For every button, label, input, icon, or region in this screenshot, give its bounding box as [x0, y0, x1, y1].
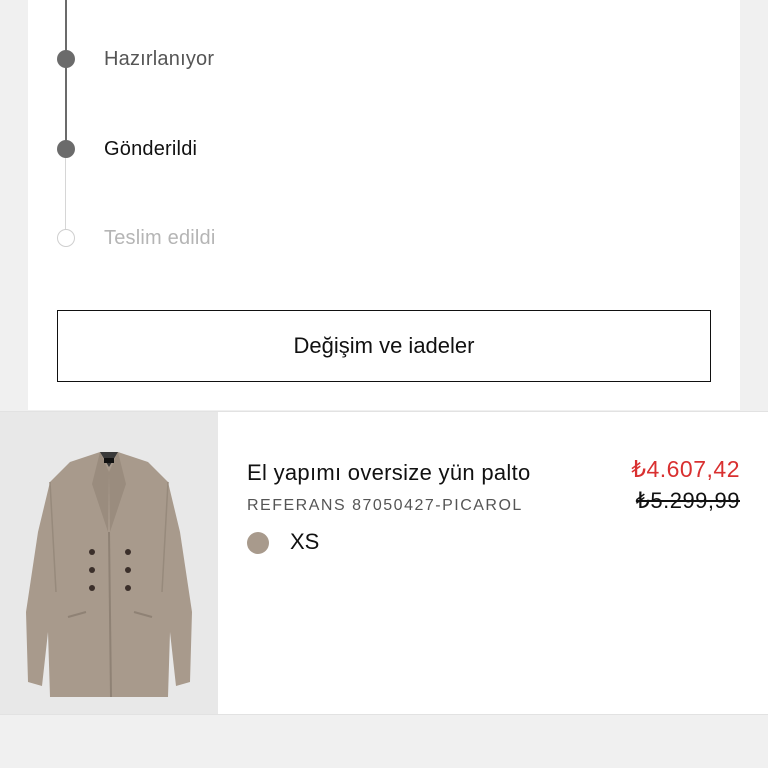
order-status-card: Hazırlanıyor Gönderildi Teslim edildi De…: [28, 0, 740, 410]
exchange-and-returns-button[interactable]: Değişim ve iadeler: [57, 310, 711, 382]
step-current-dot-icon: [57, 140, 75, 158]
product-image[interactable]: [0, 412, 218, 714]
status-step-label: Hazırlanıyor: [104, 48, 215, 70]
step-done-dot-icon: [57, 50, 75, 68]
status-step-preparing: Hazırlanıyor: [28, 44, 428, 74]
original-price: ₺5.299,99: [635, 488, 740, 513]
status-step-shipped: Gönderildi: [28, 134, 428, 164]
color-swatch-icon: [247, 532, 269, 554]
product-reference: REFERANS 87050427-PICAROL: [247, 497, 523, 514]
product-size: XS: [290, 529, 320, 554]
order-product-item[interactable]: El yapımı oversize yün palto REFERANS 87…: [0, 411, 768, 715]
step-pending-dot-icon: [57, 229, 75, 247]
product-name[interactable]: El yapımı oversize yün palto: [247, 460, 531, 486]
coat-image-icon: [26, 452, 192, 698]
order-detail-page: Hazırlanıyor Gönderildi Teslim edildi De…: [0, 0, 768, 768]
status-step-delivered: Teslim edildi: [28, 223, 428, 253]
sale-price: ₺4.607,42: [631, 456, 740, 482]
timeline-line-completed: [65, 0, 67, 148]
status-step-label: Gönderildi: [104, 138, 198, 160]
status-step-label: Teslim edildi: [104, 227, 216, 249]
